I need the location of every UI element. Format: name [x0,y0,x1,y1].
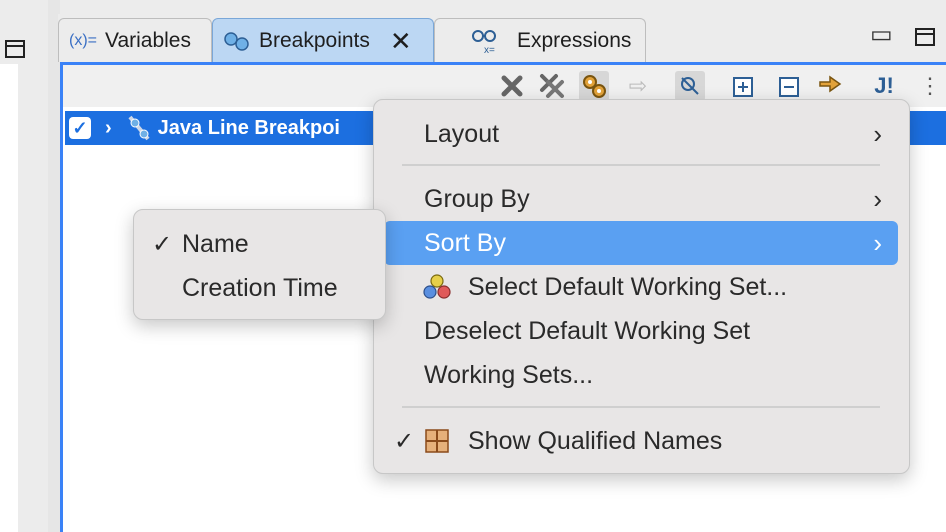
top-strip [0,0,946,15]
menu-item-group-by[interactable]: Group By › [384,177,898,221]
chevron-right-icon: › [873,118,882,149]
menu-item-label: Group By [424,184,530,213]
tab-breakpoints[interactable]: Breakpoints ✕ [212,18,434,62]
chevron-right-icon[interactable]: › [105,117,112,140]
menu-item-label: Layout [424,119,500,148]
tab-variables[interactable]: (x)= Variables [58,18,212,62]
submenu-item-creation-time[interactable]: Creation Time [134,266,385,310]
svg-text:x=: x= [484,45,495,54]
variables-icon: (x)= [69,31,97,49]
left-panel-content [0,64,18,532]
maximize-icon[interactable] [914,26,936,48]
maximize-icon[interactable] [4,38,26,60]
checkmark-icon: ✓ [394,427,415,455]
breakpoints-icon [224,31,249,51]
remove-icon[interactable] [497,71,527,101]
menu-item-label: Select Default Working Set... [468,272,788,301]
gears-icon[interactable] [579,71,609,101]
expand-all-icon[interactable] [729,71,759,101]
line-breakpoint-icon [128,115,150,141]
tab-bar: (x)= Variables Breakpoints ✕ x= Expressi… [58,14,946,62]
minimize-icon[interactable]: ▭ [870,20,893,49]
go-to-file-icon[interactable]: ⇨ [623,71,653,101]
java-exception-breakpoint-icon[interactable]: J! [869,71,899,101]
working-set-icon [423,274,451,299]
link-with-debug-view-icon[interactable] [815,71,845,101]
row-label: Java Line Breakpoi [157,116,340,139]
menu-item-layout[interactable]: Layout › [384,112,898,156]
tab-label: Breakpoints [259,28,370,52]
menu-item-label: Deselect Default Working Set [424,316,751,345]
menu-item-working-sets[interactable]: Working Sets... [384,353,898,397]
row-checkbox[interactable]: ✓ [69,117,91,139]
menu-item-select-default-working-set[interactable]: Select Default Working Set... [384,265,898,309]
tab-expressions[interactable]: x= Expressions [434,18,646,62]
menu-item-label: Sort By [424,228,506,257]
menu-item-deselect-default-working-set[interactable]: Deselect Default Working Set [384,309,898,353]
menu-item-label: Show Qualified Names [468,426,723,455]
menu-separator [402,164,880,166]
menu-item-show-qualified-names[interactable]: ✓ Show Qualified Names [384,419,898,463]
expressions-icon: x= [472,29,496,54]
checkmark-icon: ✓ [152,230,173,258]
submenu-item-label: Creation Time [182,273,338,302]
tab-label: Variables [105,28,191,52]
chevron-right-icon: › [873,227,882,258]
qualified-names-icon [425,429,449,453]
tab-label: Expressions [517,28,632,52]
remove-all-icon[interactable] [537,71,567,101]
view-menu-icon[interactable]: ⋮ [915,71,945,101]
close-icon[interactable]: ✕ [390,28,412,54]
menu-separator [402,406,880,408]
chevron-right-icon: › [873,183,882,214]
context-menu: Layout › Group By › Sort By › Select Def… [373,99,910,474]
menu-item-sort-by[interactable]: Sort By › [384,221,898,265]
submenu-item-name[interactable]: ✓ Name [134,222,385,266]
collapse-all-icon[interactable] [775,71,805,101]
menu-item-label: Working Sets... [424,360,594,389]
sort-by-submenu: ✓ Name Creation Time [133,209,386,320]
submenu-item-label: Name [182,229,249,258]
sash[interactable] [48,0,60,532]
skip-breakpoints-icon[interactable] [675,71,705,101]
